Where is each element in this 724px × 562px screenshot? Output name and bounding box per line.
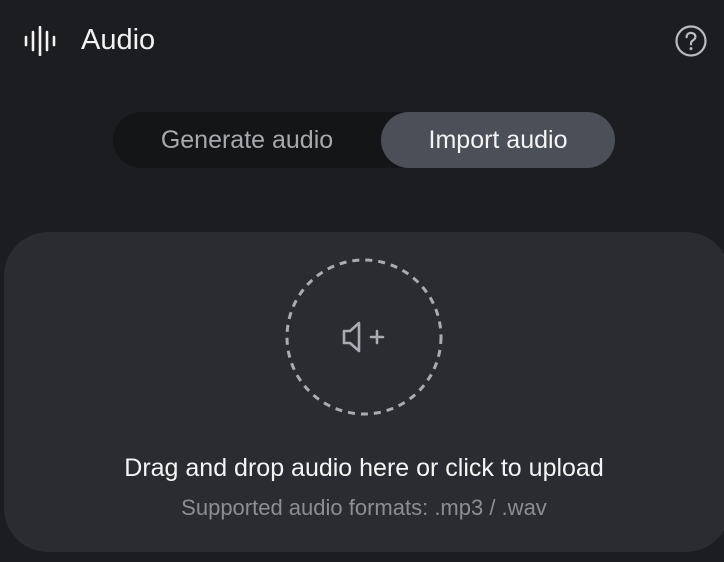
speaker-add-icon xyxy=(342,321,385,353)
panel-header: Audio xyxy=(0,0,724,82)
audio-mode-switch: Generate audio Import audio xyxy=(113,112,615,168)
supported-formats-text: Supported audio formats: .mp3 / .wav xyxy=(181,495,547,520)
help-icon[interactable] xyxy=(674,24,708,58)
upload-instructions: Drag and drop audio here or click to upl… xyxy=(124,454,604,482)
tab-import-audio[interactable]: Import audio xyxy=(381,112,615,168)
upload-target-circle[interactable] xyxy=(284,257,444,417)
tab-generate-audio[interactable]: Generate audio xyxy=(113,112,381,168)
audio-panel: Audio Generate audio Import audio Drag a… xyxy=(0,0,724,562)
panel-title: Audio xyxy=(81,24,156,56)
audio-waveform-icon xyxy=(24,26,56,56)
